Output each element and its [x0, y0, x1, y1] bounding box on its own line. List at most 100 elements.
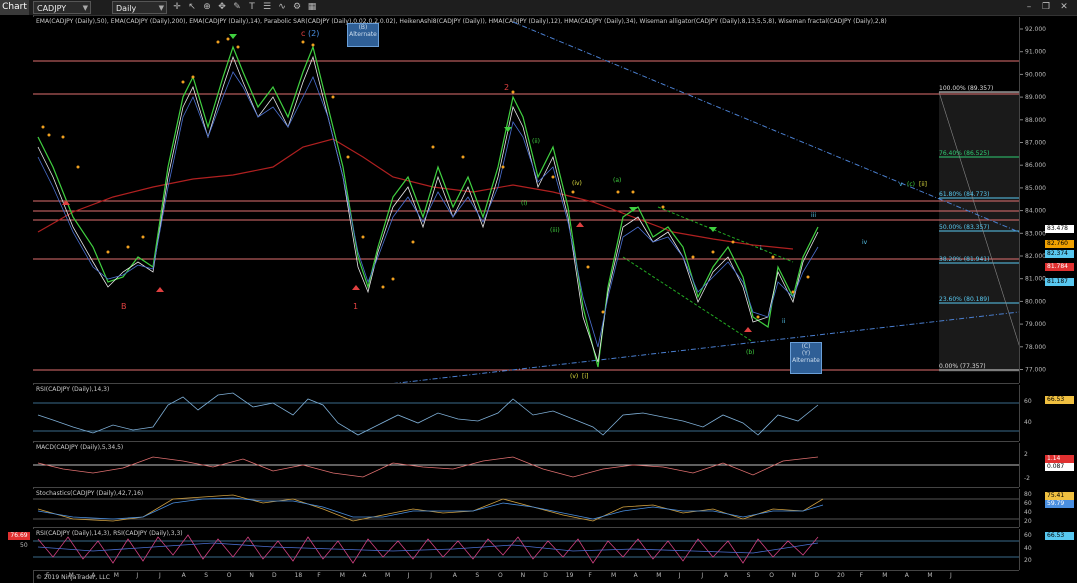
time-axis-label: M	[385, 572, 391, 579]
fib-label-0: 0.00% (77.357)	[939, 363, 986, 370]
stoch-tick: 60	[1024, 500, 1032, 507]
price-axis[interactable]: 92.000 91.000 90.000 89.000 88.000 87.000 86.0…	[1019, 17, 1077, 383]
macd-tick: 2	[1024, 451, 1028, 458]
chevron-down-icon: ▼	[158, 4, 164, 12]
time-axis-label: D	[543, 572, 548, 579]
time-axis-label: 19	[565, 572, 574, 579]
time-axis-label: S	[475, 572, 480, 579]
time-axis-label: A	[452, 572, 457, 579]
fib-label-23: 23.60% (80.189)	[939, 296, 989, 303]
fib-label-50: 50.00% (83.357)	[939, 224, 989, 231]
stochastics-panel[interactable]: Stochastics(CADJPY (Daily),42,7,16)	[33, 489, 1019, 528]
time-axis-label: S	[204, 572, 208, 579]
wave-label-2-red: 2	[504, 83, 509, 92]
fib-label-61: 61.80% (84.773)	[939, 191, 989, 198]
zoom-icon[interactable]: ⊕	[201, 1, 213, 13]
time-axis-label: N	[791, 572, 797, 579]
price-tick-label: 92.000	[1025, 26, 1046, 33]
rsi-tick: 40	[1024, 419, 1032, 426]
wave-label-ii-bracket: [ii]	[919, 181, 927, 188]
instrument-selector[interactable]: CADJPY ▼	[33, 1, 91, 14]
alt-wave-c: (C)	[801, 343, 811, 350]
wave-label-i-bracket: [i]	[582, 373, 588, 380]
stoch-tick: 40	[1024, 509, 1032, 516]
alt-label: Alternate	[349, 31, 377, 38]
chart-tab[interactable]: Chart	[0, 0, 29, 15]
time-axis-label: N	[520, 572, 526, 579]
wave-label-2: (2)	[308, 29, 319, 38]
rsi2-tick: 40	[1024, 545, 1032, 552]
wave-label-iii: (iii)	[550, 227, 560, 234]
rsi-slow-line	[37, 542, 819, 554]
stoch-svg	[33, 494, 1019, 522]
price-line	[37, 55, 819, 363]
time-axis-label: A	[181, 572, 186, 579]
windows-icon[interactable]: ▦	[306, 1, 318, 13]
wave-label-a: (a)	[613, 177, 621, 184]
time-axis-label: A	[904, 572, 909, 579]
macd-panel[interactable]: MACD(CADJPY (Daily),5,34,5)	[33, 443, 1019, 488]
time-axis-label: F	[588, 572, 592, 579]
text-icon[interactable]: T	[246, 1, 258, 13]
price-panel[interactable]: EMA(CADJPY (Daily),50), EMA(CADJPY (Dail…	[33, 17, 1019, 384]
time-axis-label: M	[656, 572, 662, 579]
price-tick-label: 90.000	[1025, 71, 1046, 78]
period-value: Daily	[116, 4, 137, 13]
strategies-icon[interactable]: ⚙	[291, 1, 303, 13]
time-axis-label: M	[882, 572, 888, 579]
rsi-axis: 60 40	[1019, 385, 1077, 441]
chart-toolbar: Chart CADJPY ▼ Daily ▼ ✛ ↖ ⊕ ✥ ✎ T ☰ ∿ ⚙ ▦…	[0, 0, 1077, 16]
restore-icon[interactable]: ❐	[1040, 1, 1052, 13]
price-tick-label: 86.000	[1025, 162, 1046, 169]
stoch-tick: 20	[1024, 518, 1032, 525]
fib-label-100: 100.00% (89.357)	[939, 85, 993, 92]
price-badge: 83.478	[1045, 225, 1074, 233]
ema-200-line	[37, 138, 794, 250]
fractal-up-markers	[229, 34, 717, 232]
minimize-icon[interactable]: –	[1023, 1, 1035, 13]
rsi2-badge: 66.53	[1045, 532, 1074, 540]
close-icon[interactable]: ✕	[1058, 1, 1070, 13]
draw-icon[interactable]: ✎	[231, 1, 243, 13]
period-selector[interactable]: Daily ▼	[112, 1, 167, 14]
parabolic-sar-dots	[41, 37, 810, 319]
rsi2-panel[interactable]: RSI(CADJPY (Daily),14,3), RSI(CADJPY (Da…	[33, 529, 1019, 571]
time-axis-label: J	[136, 572, 139, 579]
hma-line	[37, 45, 819, 368]
price-badge: 82.374	[1045, 250, 1074, 258]
price-badge: 81.784	[1045, 263, 1074, 271]
wave-label-ii-small: ii	[782, 318, 786, 325]
time-axis-label: O	[769, 572, 774, 579]
price-tick-label: 87.000	[1025, 140, 1046, 147]
instrument-value: CADJPY	[37, 4, 67, 13]
rsi-line	[37, 392, 819, 436]
wave-label-1: 1	[353, 302, 358, 311]
rsi-tick: 60	[1024, 398, 1032, 405]
left-margin	[0, 15, 34, 583]
properties-icon[interactable]: ☰	[261, 1, 273, 13]
price-chart-svg: c (2) 2 B 1 (ii) (i) (iii) (iv) (a) (v) …	[33, 21, 1019, 383]
rsi-svg	[33, 392, 1019, 436]
time-axis-label: J	[159, 572, 161, 579]
rsi2-tick: 20	[1024, 557, 1032, 564]
price-tick-label: 79.000	[1025, 321, 1046, 328]
macd-tick: -2	[1024, 475, 1030, 482]
pan-icon[interactable]: ✥	[216, 1, 228, 13]
wave-label-B: B	[121, 302, 127, 311]
price-tick-label: 82.000	[1025, 253, 1046, 260]
price-tick-label: 83.000	[1025, 230, 1046, 237]
time-axis-label: A	[633, 572, 638, 579]
pointer-icon[interactable]: ↖	[186, 1, 198, 13]
rsi-panel[interactable]: RSI(CADJPY (Daily),14,3)	[33, 385, 1019, 442]
uptrend-line	[393, 311, 1019, 383]
time-axis-label: A	[724, 572, 729, 579]
indicators-icon[interactable]: ∿	[276, 1, 288, 13]
time-axis-label: M	[339, 572, 345, 579]
wave-label-iv-small: iv	[862, 239, 868, 246]
rsi2-tick: 60	[1024, 532, 1032, 539]
crosshair-icon[interactable]: ✛	[171, 1, 183, 13]
time-axis-label: J	[950, 572, 952, 579]
wave-label-c-paren: (c)	[907, 181, 915, 188]
time-axis-label: 18	[294, 572, 303, 579]
time-axis-label: D	[814, 572, 820, 579]
